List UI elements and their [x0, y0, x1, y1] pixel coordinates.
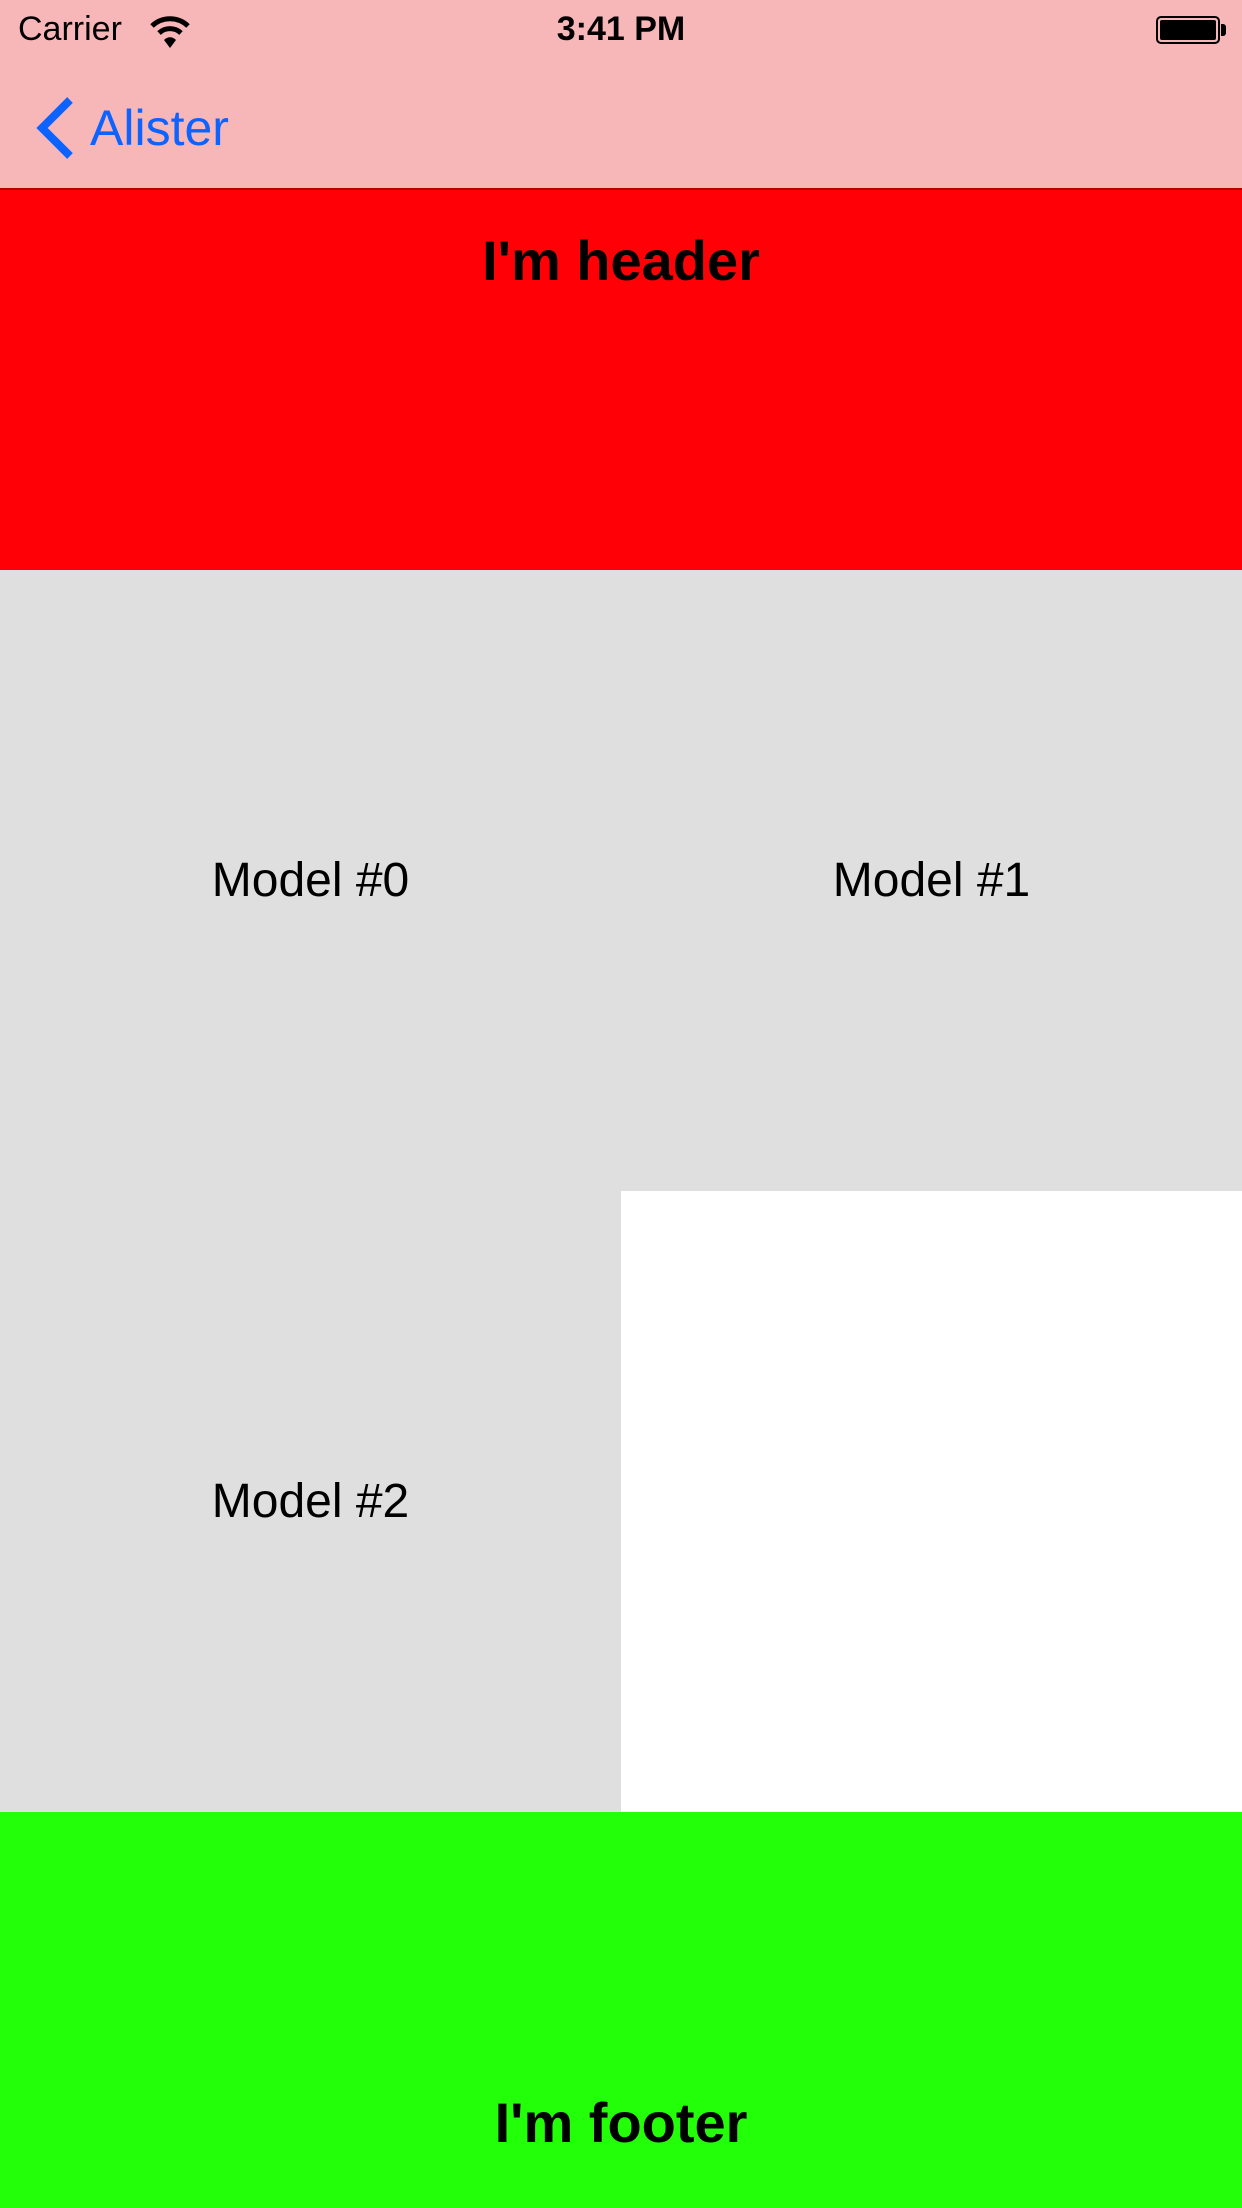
footer-title: I'm footer	[494, 2091, 748, 2154]
model-cell-1[interactable]: Model #1	[621, 570, 1242, 1191]
back-button[interactable]: Alister	[34, 96, 229, 160]
cell-label: Model #1	[832, 854, 1031, 907]
battery-icon	[1156, 16, 1220, 44]
model-cell-0[interactable]: Model #0	[0, 570, 621, 1191]
header-title: I'm header	[482, 229, 760, 292]
cell-label: Model #2	[211, 1475, 410, 1528]
back-label: Alister	[90, 100, 229, 156]
cell-label: Model #0	[211, 854, 410, 907]
chevron-left-icon	[36, 97, 73, 159]
status-time: 3:41 PM	[556, 10, 686, 48]
battery-tip	[1221, 24, 1226, 36]
model-cell-2[interactable]: Model #2	[0, 1191, 621, 1812]
